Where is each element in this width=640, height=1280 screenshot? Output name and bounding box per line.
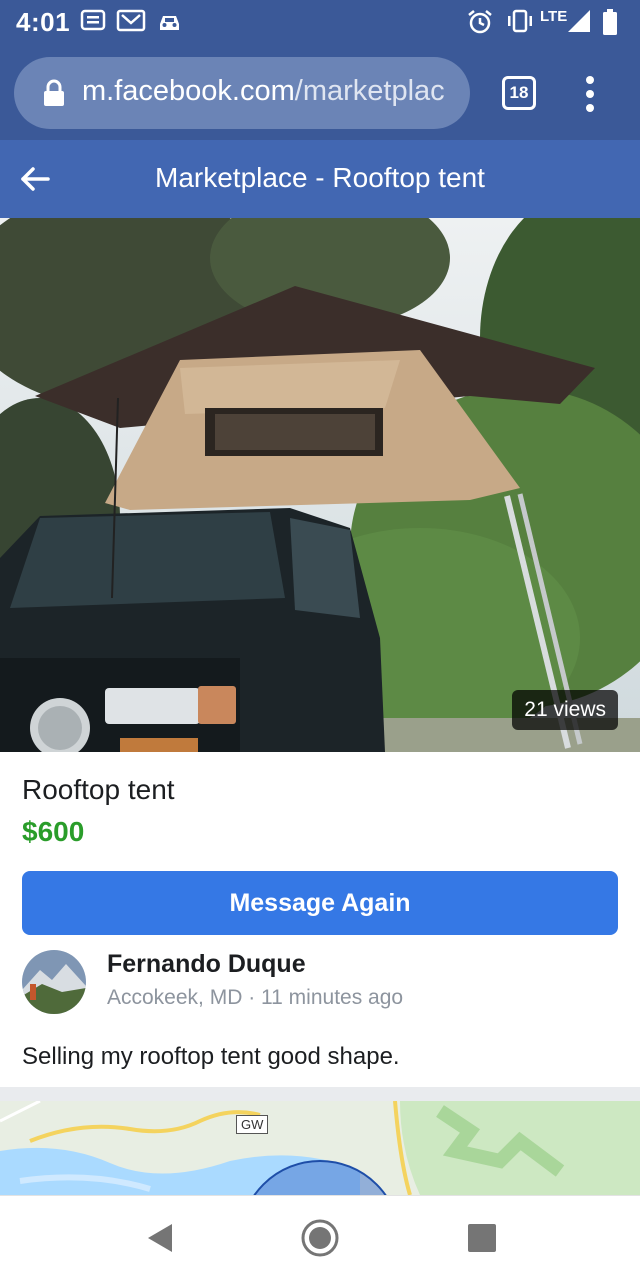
car-icon (160, 16, 179, 30)
status-time: 4:01 (16, 7, 71, 37)
url-host: m.facebook.com (82, 75, 295, 107)
page-header: Marketplace - Rooftop tent (0, 140, 640, 218)
address-bar[interactable]: m.facebook.com/marketplac (14, 57, 470, 129)
signal-icon (568, 10, 590, 32)
section-divider (0, 1087, 640, 1101)
back-arrow-icon[interactable] (18, 162, 52, 196)
home-circle-icon[interactable] (300, 1218, 340, 1258)
seller-location: Accokeek, MD (107, 986, 243, 1009)
gmail-icon (116, 9, 146, 32)
alarm-icon (468, 10, 492, 34)
views-badge: 21 views (512, 690, 618, 730)
url-path: /marketplac (294, 75, 445, 107)
recents-square-icon[interactable] (462, 1218, 502, 1258)
status-bar: 4:01 LTE (0, 0, 640, 44)
listing-title: Rooftop tent (22, 774, 175, 805)
browser-bar: m.facebook.com/marketplac 18 (0, 44, 640, 140)
listing-description: Selling my rooftop tent good shape. (22, 1043, 400, 1070)
tent-photo-image (0, 218, 640, 752)
battery-icon (603, 9, 617, 35)
avatar[interactable] (22, 950, 86, 1014)
road-label: GW (236, 1115, 269, 1134)
posted-time: 11 minutes ago (261, 986, 404, 1009)
map-image (0, 1101, 640, 1195)
lock-icon (44, 79, 64, 106)
listing-price: $600 (22, 816, 85, 847)
tabs-icon[interactable]: 18 (502, 76, 536, 110)
sms-icon (80, 9, 106, 31)
seller-name[interactable]: Fernando Duque (107, 950, 306, 979)
listing-photo[interactable]: 21 views (0, 218, 640, 752)
vibrate-icon (508, 9, 532, 33)
page-title: Marketplace - Rooftop tent (155, 162, 485, 193)
message-again-button[interactable]: Message Again (22, 871, 618, 935)
seller-meta: Accokeek, MD · 11 minutes ago (107, 986, 404, 1009)
overflow-menu-icon[interactable] (578, 74, 602, 114)
url-text: m.facebook.com/marketplac (82, 75, 445, 108)
network-type-label: LTE (540, 8, 568, 25)
location-map[interactable]: GW (0, 1101, 640, 1195)
avatar-image (22, 950, 86, 1014)
system-nav-bar (0, 1195, 640, 1280)
back-triangle-icon[interactable] (140, 1218, 180, 1258)
